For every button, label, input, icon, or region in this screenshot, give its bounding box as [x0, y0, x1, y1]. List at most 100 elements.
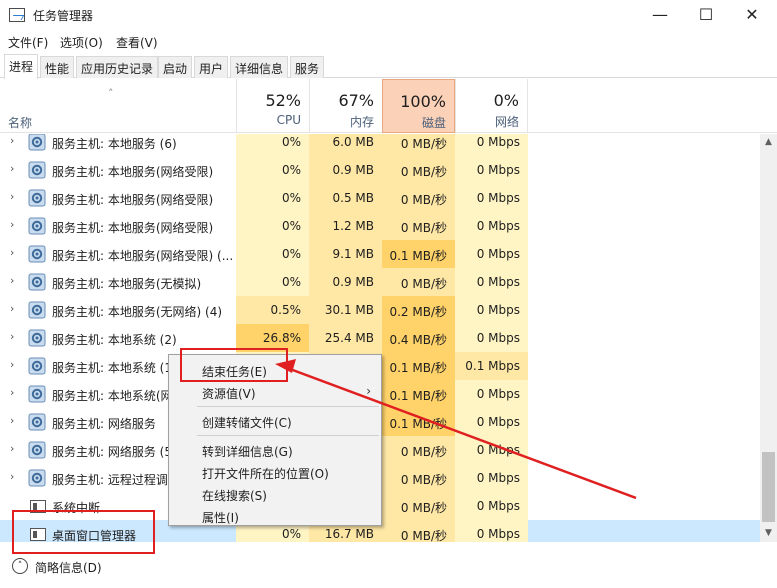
cell-disk: 0.1 MB/秒 — [382, 408, 455, 436]
expand-chevron-icon[interactable]: › — [10, 302, 14, 315]
minimize-button[interactable]: — — [637, 0, 683, 31]
cell-mem: 25.4 MB — [309, 324, 382, 352]
expand-chevron-icon[interactable]: › — [10, 386, 14, 399]
menu-search-online[interactable]: 在线搜索(S) — [169, 483, 381, 505]
end-task-highlight-box — [180, 348, 288, 382]
service-gear-icon — [28, 329, 46, 347]
chevron-up-icon[interactable]: ˄ — [12, 558, 28, 574]
tab-processes[interactable]: 进程 — [4, 54, 39, 79]
menu-options[interactable]: 选项(O) — [60, 34, 103, 51]
expand-chevron-icon[interactable]: › — [10, 442, 14, 455]
dwm-highlight-box — [12, 510, 155, 554]
tab-services[interactable]: 服务 — [290, 56, 325, 78]
expand-chevron-icon[interactable]: › — [10, 218, 14, 231]
scroll-thumb[interactable] — [762, 452, 775, 522]
cell-disk: 0.1 MB/秒 — [382, 352, 455, 380]
expand-chevron-icon[interactable]: › — [10, 470, 14, 483]
process-name: 服务主机: 本地服务(无模拟) — [52, 277, 202, 291]
menu-view[interactable]: 查看(V) — [116, 34, 158, 51]
process-name: 服务主机: 本地服务(网络受限) — [52, 221, 214, 235]
menu-separator — [197, 406, 379, 407]
tab-details[interactable]: 详细信息 — [230, 56, 289, 78]
process-row[interactable]: › 服务主机: 本地服务(网络受限) 0% 0.5 MB 0 MB/秒 0 Mbps — [0, 184, 760, 212]
service-gear-icon — [28, 245, 46, 263]
tab-startup[interactable]: 启动 — [158, 56, 193, 78]
cell-net: 0 Mbps — [455, 464, 528, 492]
menu-separator — [197, 435, 379, 436]
footer: ˄ 简略信息(D) — [0, 552, 777, 588]
cell-mem: 30.1 MB — [309, 296, 382, 324]
cell-disk: 0 MB/秒 — [382, 184, 455, 212]
menu-open-file-location[interactable]: 打开文件所在的位置(O) — [169, 461, 381, 483]
tab-users[interactable]: 用户 — [194, 56, 229, 78]
expand-chevron-icon[interactable]: › — [10, 414, 14, 427]
maximize-button[interactable]: ☐ — [683, 0, 729, 31]
close-button[interactable]: ✕ — [729, 0, 775, 31]
network-label: 网络 — [494, 115, 519, 129]
menu-create-dump[interactable]: 创建转储文件(C) — [169, 410, 381, 432]
disk-label: 磁盘 — [421, 116, 446, 130]
cell-disk: 0.1 MB/秒 — [382, 240, 455, 268]
column-network[interactable]: 0% 网络 — [455, 79, 528, 133]
cell-net: 0 Mbps — [455, 324, 528, 352]
service-gear-icon — [28, 301, 46, 319]
sort-up-icon: ˄ — [108, 87, 114, 100]
column-disk[interactable]: 100% 磁盘 — [382, 79, 455, 133]
cell-disk: 0.4 MB/秒 — [382, 324, 455, 352]
menu-bar: 文件(F) 选项(O) 查看(V) — [0, 31, 777, 53]
cell-disk: 0 MB/秒 — [382, 492, 455, 520]
menu-resource-values[interactable]: 资源值(V) › — [169, 381, 381, 403]
process-row[interactable]: › 服务主机: 本地服务(无网络) (4) 0.5% 30.1 MB 0.2 MB/秒 0… — [0, 296, 760, 324]
column-cpu[interactable]: 52% CPU — [236, 79, 309, 133]
cell-net: 0 Mbps — [455, 408, 528, 436]
process-row[interactable]: › 服务主机: 本地服务(网络受限) (... 0% 9.1 MB 0.1 MB/秒 0 … — [0, 240, 760, 268]
expand-chevron-icon[interactable]: › — [10, 162, 14, 175]
cell-disk: 0 MB/秒 — [382, 134, 455, 156]
cell-disk: 0 MB/秒 — [382, 464, 455, 492]
cell-net: 0 Mbps — [455, 156, 528, 184]
process-name: 服务主机: 本地服务 (6) — [52, 137, 177, 151]
cell-mem: 0.9 MB — [309, 268, 382, 296]
cell-net: 0 Mbps — [455, 268, 528, 296]
expand-chevron-icon[interactable]: › — [10, 358, 14, 371]
cell-disk: 0.2 MB/秒 — [382, 296, 455, 324]
process-row[interactable]: › 服务主机: 本地服务(无模拟) 0% 0.9 MB 0 MB/秒 0 Mbps — [0, 268, 760, 296]
tab-app-history[interactable]: 应用历史记录 — [76, 56, 159, 78]
memory-percent: 67% — [338, 91, 374, 110]
cell-mem: 0.9 MB — [309, 156, 382, 184]
column-name[interactable]: 名称 — [8, 114, 32, 131]
cell-net: 0 Mbps — [455, 212, 528, 240]
tab-performance[interactable]: 性能 — [40, 56, 75, 78]
expand-chevron-icon[interactable]: › — [10, 330, 14, 343]
menu-properties[interactable]: 属性(I) — [169, 505, 381, 527]
menu-go-to-details[interactable]: 转到详细信息(G) — [169, 439, 381, 461]
expand-chevron-icon[interactable]: › — [10, 190, 14, 203]
cell-net: 0 Mbps — [455, 520, 528, 542]
scroll-up-arrow-icon[interactable]: ▲ — [760, 134, 777, 151]
scroll-down-arrow-icon[interactable]: ▼ — [760, 525, 777, 542]
process-row[interactable]: › 服务主机: 本地服务(网络受限) 0% 0.9 MB 0 MB/秒 0 Mbps — [0, 156, 760, 184]
cell-mem: 0.5 MB — [309, 184, 382, 212]
cpu-label: CPU — [276, 113, 301, 127]
expand-chevron-icon[interactable]: › — [10, 134, 14, 147]
expand-chevron-icon[interactable]: › — [10, 274, 14, 287]
cell-disk: 0 MB/秒 — [382, 520, 455, 542]
cell-cpu: 0% — [236, 156, 309, 184]
process-row[interactable]: › 服务主机: 本地服务 (6) 0% 6.0 MB 0 MB/秒 0 Mbps — [0, 134, 760, 156]
service-gear-icon — [28, 189, 46, 207]
cell-disk: 0 MB/秒 — [382, 156, 455, 184]
column-memory[interactable]: 67% 内存 — [309, 79, 382, 133]
memory-label: 内存 — [349, 115, 374, 129]
title-bar: 任务管理器 — ☐ ✕ — [0, 0, 777, 31]
cpu-percent: 52% — [265, 91, 301, 110]
expand-chevron-icon[interactable]: › — [10, 246, 14, 259]
process-row[interactable]: › 服务主机: 本地系统 (2) 26.8% 25.4 MB 0.4 MB/秒 0 Mbp… — [0, 324, 760, 352]
vertical-scrollbar[interactable]: ▲ ▼ — [760, 134, 777, 542]
fewer-details-link[interactable]: 简略信息(D) — [35, 559, 102, 576]
cell-mem: 6.0 MB — [309, 134, 382, 156]
tab-bar: 进程 性能 应用历史记录 启动 用户 详细信息 服务 — [0, 54, 777, 79]
process-name: 服务主机: 本地系统 (2) — [52, 333, 177, 347]
menu-file[interactable]: 文件(F) — [8, 34, 48, 51]
process-row[interactable]: › 服务主机: 本地服务(网络受限) 0% 1.2 MB 0 MB/秒 0 Mbps — [0, 212, 760, 240]
cell-net: 0 Mbps — [455, 492, 528, 520]
